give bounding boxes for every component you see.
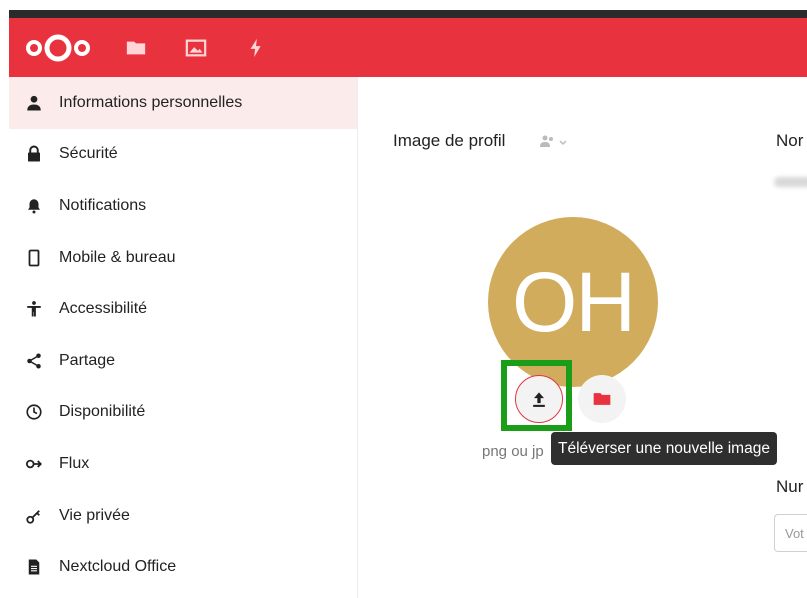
- settings-sidebar: Informations personnelles Sécurité Notif…: [9, 77, 358, 598]
- photos-icon: [185, 39, 207, 56]
- document-icon: [23, 556, 45, 578]
- nextcloud-logo[interactable]: [23, 28, 93, 68]
- share-icon: [23, 350, 45, 372]
- name-label: Nor: [776, 131, 804, 150]
- sidebar-item-label: Informations personnelles: [59, 93, 243, 111]
- photos-app-link[interactable]: [179, 31, 213, 65]
- sidebar-item-label: Disponibilité: [59, 403, 146, 421]
- sidebar-item-accessibility[interactable]: Accessibilité: [9, 283, 357, 335]
- sidebar-item-availability[interactable]: Disponibilité: [9, 387, 357, 439]
- files-app-link[interactable]: [119, 31, 153, 65]
- user-icon: [23, 92, 45, 114]
- flux-icon: [23, 453, 45, 475]
- sidebar-item-label: Flux: [59, 454, 90, 472]
- sidebar-item-flux[interactable]: Flux: [9, 438, 357, 490]
- sidebar-item-security[interactable]: Sécurité: [9, 129, 357, 181]
- sidebar-item-label: Notifications: [59, 196, 147, 214]
- phone-number-label: Nur: [776, 477, 804, 496]
- accessibility-icon: [23, 298, 45, 320]
- upload-tooltip: Téléverser une nouvelle image: [551, 432, 777, 465]
- key-icon: [23, 505, 45, 527]
- choose-from-files-button[interactable]: [578, 375, 626, 423]
- bell-icon: [23, 195, 45, 217]
- folder-icon: [593, 393, 611, 405]
- personal-info-content: Image de profil OH png ou jp Téléverser …: [358, 77, 807, 598]
- sidebar-item-privacy[interactable]: Vie privée: [9, 490, 357, 542]
- activity-app-link[interactable]: [239, 31, 273, 65]
- visibility-dropdown[interactable]: [540, 133, 574, 151]
- profile-image-heading: Image de profil: [393, 131, 506, 150]
- sidebar-item-personal-info[interactable]: Informations personnelles: [9, 77, 357, 129]
- app-header: [9, 18, 807, 77]
- sidebar-item-label: Nextcloud Office: [59, 558, 177, 576]
- browser-top-bar: [9, 10, 807, 18]
- lock-icon: [23, 143, 45, 165]
- sidebar-item-label: Accessibilité: [59, 300, 148, 318]
- sidebar-item-nextcloud-office[interactable]: Nextcloud Office: [9, 541, 357, 593]
- sidebar-item-label: Mobile & bureau: [59, 248, 176, 266]
- sidebar-item-notifications[interactable]: Notifications: [9, 180, 357, 232]
- activity-icon: [250, 38, 261, 57]
- sidebar-item-label: Partage: [59, 351, 116, 369]
- sidebar-item-mobile-desktop[interactable]: Mobile & bureau: [9, 232, 357, 284]
- file-type-hint: png ou jp: [482, 443, 544, 460]
- clock-icon: [23, 401, 45, 423]
- sidebar-item-label: Sécurité: [59, 145, 118, 163]
- blurred-name-value: [774, 177, 807, 187]
- folder-icon: [126, 41, 146, 54]
- sidebar-item-label: Vie privée: [59, 506, 130, 524]
- visibility-icon: [540, 135, 567, 147]
- avatar-initials: OH: [512, 254, 636, 349]
- upload-image-button[interactable]: [515, 375, 563, 423]
- phone-icon: [23, 247, 45, 269]
- phone-number-input[interactable]: Vot: [774, 514, 807, 552]
- upload-icon: [533, 392, 545, 407]
- sidebar-item-sharing[interactable]: Partage: [9, 335, 357, 387]
- screen-top-margin: [0, 0, 807, 10]
